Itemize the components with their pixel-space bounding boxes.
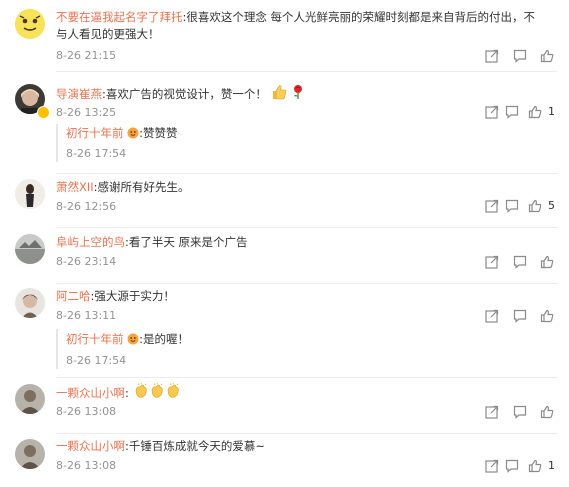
share-icon[interactable]: [485, 105, 499, 119]
avatar[interactable]: [15, 234, 45, 264]
reply-username[interactable]: 初行十年前: [66, 332, 124, 346]
comment-body: 感谢所有好先生。: [97, 180, 190, 194]
thumbs-up-emoji: [271, 84, 287, 105]
comment-body: 千锤百炼成就今天的爱慕~: [128, 439, 266, 453]
thumbs-up-icon[interactable]: [528, 105, 542, 119]
comment-username[interactable]: 阜屿上空的鸟: [56, 235, 125, 249]
comment-item: 阿二哈:强大源于实力！ 8-26 13:11 初行十年前 :是的喔！ 8-26 …: [0, 284, 569, 378]
comment-icon[interactable]: [513, 405, 527, 419]
comment-text: 阿二哈:强大源于实力！: [56, 289, 175, 303]
comment-text: 一颗众山小啊:千锤百炼成就今天的爱慕~: [56, 439, 266, 453]
thumbs-up-icon[interactable]: [540, 49, 554, 63]
clap-emoji: [133, 382, 149, 404]
rose-emoji: [290, 84, 306, 105]
share-icon[interactable]: [485, 309, 499, 323]
comment-text: 导演崔燕:喜欢广告的视觉设计，赞一个！: [56, 84, 539, 105]
share-icon[interactable]: [485, 255, 499, 269]
comment-time: 8-26 21:15: [56, 49, 117, 62]
thumbs-up-icon[interactable]: [528, 459, 542, 473]
verified-badge: [37, 106, 50, 119]
clap-emoji: [149, 382, 165, 404]
comment-item: 萧然XII:感谢所有好先生。 8-26 12:56 5: [0, 174, 569, 228]
share-icon[interactable]: [485, 405, 499, 419]
reply-time: 8-26 17:54: [66, 147, 127, 160]
reply-thread: 初行十年前 :赞赞赞 8-26 17:54: [56, 124, 539, 162]
creator-badge-icon: [127, 127, 139, 144]
reply-time: 8-26 17:54: [66, 354, 127, 367]
comment-text: 不要在逼我起名字了拜托:很喜欢这个理念 每个人光鲜亮丽的荣耀时刻都是来自背后的付…: [56, 10, 536, 41]
like-count: 5: [548, 199, 555, 212]
creator-badge-icon: [127, 333, 139, 350]
comment-icon[interactable]: [505, 459, 519, 473]
comment-username[interactable]: 一颗众山小啊: [56, 386, 125, 400]
reply-text: 初行十年前 :赞赞赞: [66, 125, 178, 144]
thumbs-up-icon[interactable]: [528, 199, 542, 213]
thumbs-up-icon[interactable]: [540, 255, 554, 269]
comment-body: 看了半天 原来是个广告: [128, 235, 248, 249]
comment-item: 导演崔燕:喜欢广告的视觉设计，赞一个！ 8-26 13:25 1 初行十年前 :…: [0, 72, 569, 174]
comment-username[interactable]: 阿二哈: [56, 289, 91, 303]
avatar[interactable]: [15, 9, 45, 39]
reply-username[interactable]: 初行十年前: [66, 126, 124, 140]
comment-body: 强大源于实力！: [94, 289, 175, 303]
comment-username[interactable]: 萧然XII: [56, 180, 94, 194]
comment-text: 萧然XII:感谢所有好先生。: [56, 180, 190, 194]
avatar[interactable]: [15, 288, 45, 318]
comment-item: 一颗众山小啊: 8-26 13:08: [0, 378, 569, 434]
like-count: 1: [548, 105, 555, 118]
comment-icon[interactable]: [505, 105, 519, 119]
avatar[interactable]: [15, 179, 45, 209]
reply-body: 是的喔！: [143, 332, 190, 346]
comment-username[interactable]: 不要在逼我起名字了拜托: [56, 10, 183, 24]
comment-text: 一颗众山小啊:: [56, 382, 539, 404]
share-icon[interactable]: [485, 199, 499, 213]
like-count: 1: [548, 459, 555, 472]
avatar[interactable]: [15, 384, 45, 414]
comment-item: 阜屿上空的鸟:看了半天 原来是个广告 8-26 23:14: [0, 228, 569, 284]
thumbs-up-icon[interactable]: [540, 405, 554, 419]
avatar[interactable]: [15, 439, 45, 469]
comment-icon[interactable]: [513, 49, 527, 63]
share-icon[interactable]: [485, 49, 499, 63]
comment-username[interactable]: 一颗众山小啊: [56, 439, 125, 453]
comment-item: 一颗众山小啊:千锤百炼成就今天的爱慕~ 8-26 13:08 1: [0, 434, 569, 487]
comment-icon[interactable]: [505, 199, 519, 213]
reply-text: 初行十年前 :是的喔！: [66, 331, 189, 350]
comment-time: 8-26 23:14: [56, 255, 117, 268]
comment-icon[interactable]: [513, 309, 527, 323]
comment-username[interactable]: 导演崔燕: [56, 87, 102, 101]
comment-time: 8-26 12:56: [56, 200, 117, 213]
comment-time: 8-26 13:08: [56, 405, 117, 418]
comment-icon[interactable]: [513, 255, 527, 269]
comment-time: 8-26 13:11: [56, 309, 117, 322]
share-icon[interactable]: [485, 459, 499, 473]
comment-time: 8-26 13:08: [56, 459, 117, 472]
comment-text: 阜屿上空的鸟:看了半天 原来是个广告: [56, 235, 248, 249]
comment-item: 不要在逼我起名字了拜托:很喜欢这个理念 每个人光鲜亮丽的荣耀时刻都是来自背后的付…: [0, 0, 569, 72]
comment-body: 喜欢广告的视觉设计，赞一个！: [105, 87, 267, 101]
reply-thread: 初行十年前 :是的喔！ 8-26 17:54: [56, 329, 539, 369]
reply-body: 赞赞赞: [143, 126, 178, 140]
clap-emoji: [165, 382, 181, 404]
thumbs-up-icon[interactable]: [540, 309, 554, 323]
comment-time: 8-26 13:25: [56, 106, 117, 119]
